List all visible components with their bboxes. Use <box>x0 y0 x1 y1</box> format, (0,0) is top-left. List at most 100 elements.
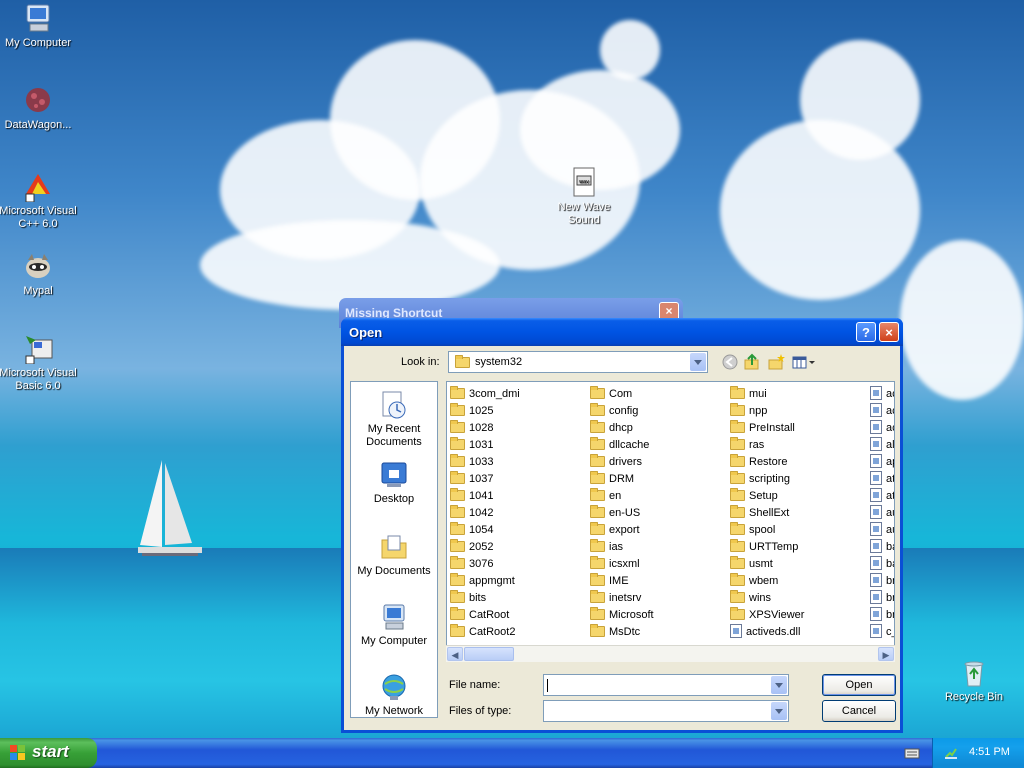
desktop-icon-new-wave-sound[interactable]: wav New Wave Sound <box>542 166 626 227</box>
start-button[interactable]: start <box>0 738 97 768</box>
place-my-documents[interactable]: My Documents <box>351 532 437 578</box>
folder-item[interactable]: usmt <box>730 555 804 573</box>
view-menu-icon[interactable] <box>791 353 817 371</box>
folder-item[interactable]: Restore <box>730 453 804 471</box>
file-item[interactable]: ba <box>870 556 894 573</box>
folder-item[interactable]: wins <box>730 589 804 607</box>
dropdown-arrow-icon[interactable] <box>690 353 706 371</box>
network-tray-icon[interactable] <box>943 745 959 761</box>
folder-item[interactable]: CatRoot <box>450 606 520 624</box>
desktop-icon-my-computer[interactable]: My Computer <box>0 2 80 50</box>
files-of-type-combo[interactable] <box>543 700 789 722</box>
scroll-right-icon[interactable]: ▶ <box>878 647 894 661</box>
file-column: Com config dhcp dllcache drivers DRM en … <box>590 385 654 641</box>
folder-item[interactable]: export <box>590 521 654 539</box>
up-folder-icon[interactable] <box>743 353 761 371</box>
keyboard-icon[interactable] <box>904 746 920 760</box>
place-my-recent-documents[interactable]: My Recent Documents <box>351 390 437 449</box>
folder-item[interactable]: 1031 <box>450 436 520 454</box>
dropdown-arrow-icon[interactable] <box>771 676 787 694</box>
file-item[interactable]: c_ <box>870 624 894 641</box>
folder-item[interactable]: ras <box>730 436 804 454</box>
folder-item[interactable]: dhcp <box>590 419 654 437</box>
file-list[interactable]: 3com_dmi 1025 1028 1031 1033 1037 1041 1… <box>446 381 895 661</box>
folder-item[interactable]: icsxml <box>590 555 654 573</box>
file-item[interactable]: at <box>870 488 894 505</box>
open-button[interactable]: Open <box>822 674 896 696</box>
folder-item[interactable]: ShellExt <box>730 504 804 522</box>
folder-item[interactable]: CatRoot2 <box>450 623 520 641</box>
desktop-icon-datawagon[interactable]: DataWagon... <box>0 84 80 132</box>
folder-item[interactable]: 1033 <box>450 453 520 471</box>
desktop-icon-recycle-bin[interactable]: Recycle Bin <box>932 656 1016 704</box>
desktop-icon-visual-basic[interactable]: Microsoft Visual Basic 6.0 <box>0 332 80 393</box>
place-desktop[interactable]: Desktop <box>351 460 437 506</box>
file-item[interactable]: au <box>870 505 894 522</box>
desktop-icon-mypal[interactable]: Mypal <box>0 250 80 298</box>
folder-item[interactable]: ias <box>590 538 654 556</box>
help-button[interactable]: ? <box>856 322 876 342</box>
place-my-network[interactable]: My Network <box>351 672 437 718</box>
file-item[interactable]: br <box>870 590 894 607</box>
file-item[interactable]: ac <box>870 386 894 403</box>
file-item[interactable]: br <box>870 573 894 590</box>
desktop-icon-visual-cpp[interactable]: Microsoft Visual C++ 6.0 <box>0 170 80 231</box>
folder-item[interactable]: Microsoft <box>590 606 654 624</box>
folder-item[interactable]: 1037 <box>450 470 520 488</box>
folder-item[interactable]: inetsrv <box>590 589 654 607</box>
place-my-computer[interactable]: My Computer <box>351 602 437 648</box>
scroll-thumb[interactable] <box>464 647 514 661</box>
folder-item[interactable]: dllcache <box>590 436 654 454</box>
file-name-combo[interactable] <box>543 674 789 696</box>
scroll-left-icon[interactable]: ◀ <box>447 647 463 661</box>
folder-item[interactable]: DRM <box>590 470 654 488</box>
clock[interactable]: 4:51 PM <box>969 746 1010 758</box>
file-item[interactable]: ap <box>870 454 894 471</box>
folder-item[interactable]: Setup <box>730 487 804 505</box>
cancel-button[interactable]: Cancel <box>822 700 896 722</box>
file-item[interactable]: activeds.dll <box>730 624 804 641</box>
folder-item[interactable]: en <box>590 487 654 505</box>
dropdown-arrow-icon[interactable] <box>771 702 787 720</box>
folder-item[interactable]: IME <box>590 572 654 590</box>
folder-item[interactable]: appmgmt <box>450 572 520 590</box>
folder-item[interactable]: config <box>590 402 654 420</box>
folder-item[interactable]: wbem <box>730 572 804 590</box>
file-item[interactable]: au <box>870 522 894 539</box>
folder-item[interactable]: scripting <box>730 470 804 488</box>
file-item[interactable]: ac <box>870 420 894 437</box>
folder-item[interactable]: Com <box>590 385 654 403</box>
file-item[interactable]: ac <box>870 403 894 420</box>
folder-item[interactable]: 1041 <box>450 487 520 505</box>
folder-item[interactable]: bits <box>450 589 520 607</box>
folder-item[interactable]: npp <box>730 402 804 420</box>
new-folder-icon[interactable] <box>767 353 785 371</box>
folder-item[interactable]: 1025 <box>450 402 520 420</box>
folder-item[interactable]: URTTemp <box>730 538 804 556</box>
folder-item[interactable]: mui <box>730 385 804 403</box>
item-label: 1041 <box>469 490 494 502</box>
close-button[interactable]: × <box>879 322 899 342</box>
folder-item[interactable]: 1042 <box>450 504 520 522</box>
folder-item[interactable]: MsDtc <box>590 623 654 641</box>
folder-item[interactable]: en-US <box>590 504 654 522</box>
folder-item[interactable]: 1054 <box>450 521 520 539</box>
file-item[interactable]: at <box>870 471 894 488</box>
folder-item[interactable]: 3076 <box>450 555 520 573</box>
folder-item[interactable]: 2052 <box>450 538 520 556</box>
dialog-titlebar[interactable]: Open ? × <box>341 318 903 346</box>
file-item[interactable]: br <box>870 607 894 624</box>
back-arrow-icon[interactable] <box>721 353 739 371</box>
file-icon <box>870 607 882 622</box>
folder-item[interactable]: PreInstall <box>730 419 804 437</box>
folder-item[interactable]: 1028 <box>450 419 520 437</box>
folder-item[interactable]: 3com_dmi <box>450 385 520 403</box>
horizontal-scrollbar[interactable]: ◀ ▶ <box>446 645 895 662</box>
folder-item[interactable]: spool <box>730 521 804 539</box>
file-item[interactable]: al <box>870 437 894 454</box>
folder-item[interactable]: XPSViewer <box>730 606 804 624</box>
computer-icon <box>379 602 409 632</box>
folder-item[interactable]: drivers <box>590 453 654 471</box>
file-item[interactable]: ba <box>870 539 894 556</box>
look-in-combo[interactable]: system32 <box>448 351 708 373</box>
